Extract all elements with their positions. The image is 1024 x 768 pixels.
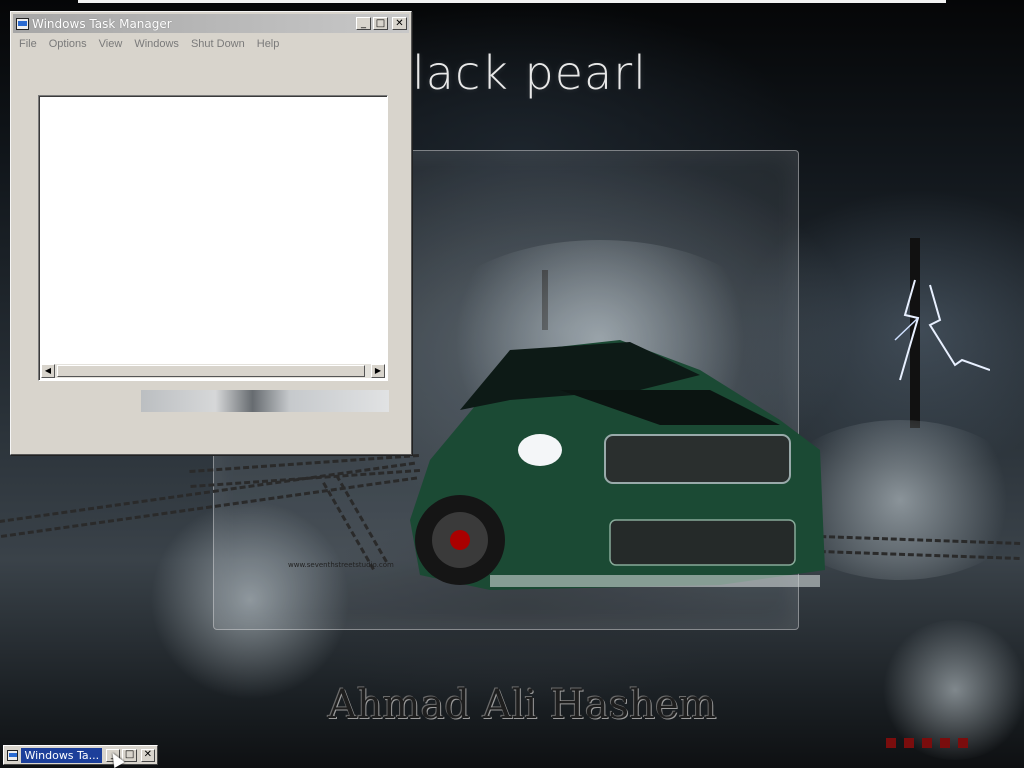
menu-windows[interactable]: Windows [128, 38, 185, 50]
close-button[interactable]: ✕ [392, 17, 407, 30]
indicator-dot [940, 738, 950, 748]
taskbar-task-manager-button[interactable]: Windows Ta... _ □ ✕ [3, 745, 158, 765]
indicator-dot [922, 738, 932, 748]
taskbar-button-label: Windows Ta... [21, 747, 103, 763]
wallpaper-title: lack pearl [412, 46, 647, 100]
menu-options[interactable]: Options [43, 38, 93, 50]
car-graphic [410, 340, 825, 590]
task-manager-icon [16, 17, 29, 30]
taskbar-close-button[interactable]: ✕ [140, 748, 156, 762]
menu-bar: File Options View Windows Shut Down Help [13, 35, 285, 53]
wallpaper-website-text: www.seventhstreetstudio.com [288, 561, 394, 569]
status-area [141, 390, 389, 412]
indicator-dot [958, 738, 968, 748]
close-icon: ✕ [143, 749, 153, 760]
task-manager-titlebar[interactable]: Windows Task Manager _ □ ✕ [13, 14, 409, 33]
indicator-dot [904, 738, 914, 748]
menu-help[interactable]: Help [251, 38, 286, 50]
left-arrow-icon: ◀ [44, 366, 52, 375]
task-manager-window[interactable]: Windows Task Manager _ □ ✕ File Options … [10, 11, 412, 455]
maximize-icon: □ [375, 17, 386, 29]
horizontal-scrollbar[interactable]: ◀ ▶ [41, 364, 385, 378]
window-title: Windows Task Manager [32, 16, 172, 31]
maximize-button[interactable]: □ [373, 17, 388, 30]
scrollbar-thumb[interactable] [57, 365, 365, 377]
scrollbar-track[interactable] [55, 365, 371, 377]
menu-view[interactable]: View [93, 38, 129, 50]
minimize-icon: _ [361, 17, 366, 29]
task-list-box[interactable]: ◀ ▶ [38, 95, 388, 381]
right-arrow-icon: ▶ [374, 366, 382, 375]
menu-file[interactable]: File [13, 38, 43, 50]
taskbar-maximize-button[interactable]: □ [122, 748, 137, 762]
minimize-button[interactable]: _ [356, 17, 371, 30]
menu-shut-down[interactable]: Shut Down [185, 38, 251, 50]
close-icon: ✕ [395, 17, 404, 29]
task-manager-icon [7, 749, 19, 761]
indicator-dot [886, 738, 896, 748]
scroll-right-button[interactable]: ▶ [371, 364, 385, 378]
scroll-left-button[interactable]: ◀ [41, 364, 55, 378]
lightning-bolt-graphic [894, 279, 990, 381]
wallpaper-signature: Ahmad Ali Hashem [328, 682, 717, 728]
indicator-dots [886, 738, 968, 748]
maximize-icon: □ [124, 749, 135, 760]
top-edge-strip [78, 0, 946, 3]
